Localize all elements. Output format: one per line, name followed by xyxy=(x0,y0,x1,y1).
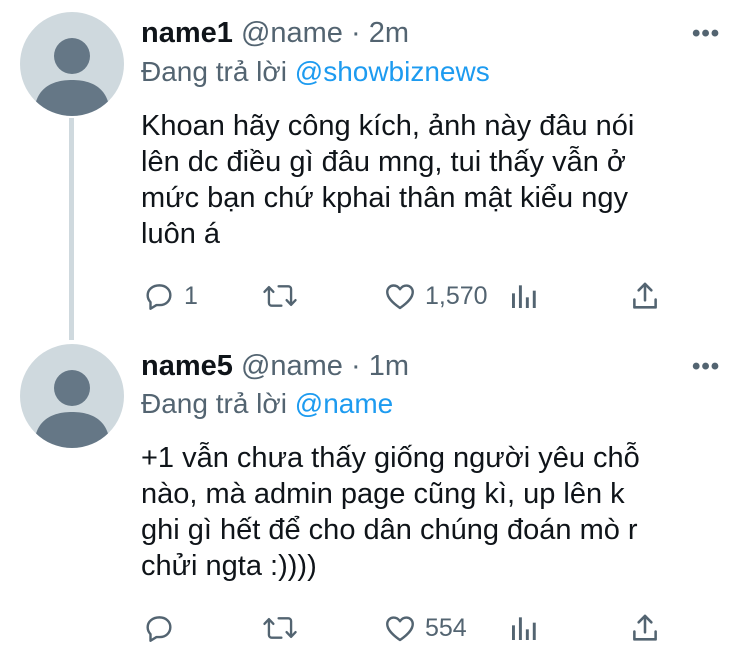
timestamp[interactable]: 1m xyxy=(369,350,409,382)
replying-to-label: Đang trả lời xyxy=(141,388,287,419)
tweet-text-line: mức bạn chứ kphai thân mật kiểu ngy xyxy=(141,182,628,214)
display-name[interactable]: name5 xyxy=(141,350,233,382)
separator-dot: · xyxy=(351,17,361,49)
display-name[interactable]: name1 xyxy=(141,17,233,49)
share-button[interactable] xyxy=(628,276,662,316)
tweet-1[interactable]: name1 @name · 2m ••• Đang trả lời @showb… xyxy=(0,0,750,338)
more-options-button[interactable]: ••• xyxy=(692,353,720,381)
mention-link[interactable]: @showbiznews xyxy=(295,56,490,87)
separator-dot: · xyxy=(351,350,361,382)
tweet-text-line: +1 vẫn chưa thấy giống người yêu chỗ xyxy=(141,442,640,474)
tweet-actions: 1 1,570 xyxy=(0,276,750,316)
tweet-text-line: luôn á xyxy=(141,218,221,250)
analytics-button[interactable] xyxy=(508,608,540,648)
like-button[interactable]: 1,570 xyxy=(383,276,488,316)
retweet-button[interactable] xyxy=(262,276,306,316)
avatar[interactable] xyxy=(20,12,124,116)
more-options-button[interactable]: ••• xyxy=(692,20,720,48)
tweet-text: +1 vẫn chưa thấy giống người yêu chỗ nào… xyxy=(141,440,721,584)
replying-to: Đang trả lời @name xyxy=(141,386,393,422)
retweet-icon xyxy=(263,617,297,639)
reply-button[interactable]: 1 xyxy=(142,276,198,316)
reply-bubble-icon xyxy=(146,616,172,642)
avatar[interactable] xyxy=(20,344,124,448)
share-upload-icon xyxy=(633,282,657,309)
heart-icon xyxy=(386,284,414,310)
tweet-text-line: lên dc điều gì đâu mng, tui thấy vẫn ở xyxy=(141,146,626,178)
retweet-icon xyxy=(263,285,297,307)
timestamp[interactable]: 2m xyxy=(369,17,409,49)
analytics-button[interactable] xyxy=(508,276,540,316)
like-button[interactable]: 554 xyxy=(383,608,467,648)
reply-button[interactable] xyxy=(142,608,184,648)
tweet-header: name1 @name · 2m xyxy=(141,15,409,51)
replying-to: Đang trả lời @showbiznews xyxy=(141,54,490,90)
like-count: 1,570 xyxy=(425,281,488,310)
retweet-button[interactable] xyxy=(262,608,306,648)
tweet-2[interactable]: name5 @name · 1m ••• Đang trả lời @name … xyxy=(0,338,750,658)
mention-link[interactable]: @name xyxy=(295,388,393,419)
more-horizontal-icon: ••• xyxy=(692,353,721,380)
tweet-text-line: Khoan hãy công kích, ảnh này đâu nói xyxy=(141,110,635,142)
like-count: 554 xyxy=(425,613,467,642)
reply-bubble-icon xyxy=(146,284,172,310)
user-handle[interactable]: @name xyxy=(241,350,343,382)
reply-count: 1 xyxy=(184,281,198,310)
share-upload-icon xyxy=(633,614,657,641)
analytics-bars-icon xyxy=(512,285,536,308)
more-horizontal-icon: ••• xyxy=(692,20,721,47)
user-handle[interactable]: @name xyxy=(241,17,343,49)
analytics-bars-icon xyxy=(512,617,536,640)
heart-icon xyxy=(386,616,414,642)
tweet-actions: 554 xyxy=(0,608,750,648)
default-avatar-icon xyxy=(34,38,110,116)
tweet-header: name5 @name · 1m xyxy=(141,348,409,384)
tweet-text-line: nào, mà admin page cũng kì, up lên k xyxy=(141,478,625,510)
default-avatar-icon xyxy=(34,370,110,448)
tweet-text: Khoan hãy công kích, ảnh này đâu nói lên… xyxy=(141,108,721,252)
tweet-text-line: ghi gì hết để cho dân chúng đoán mò r xyxy=(141,514,638,546)
tweet-text-line: chửi ngta :)))) xyxy=(141,550,317,582)
replying-to-label: Đang trả lời xyxy=(141,56,287,87)
share-button[interactable] xyxy=(628,608,662,648)
